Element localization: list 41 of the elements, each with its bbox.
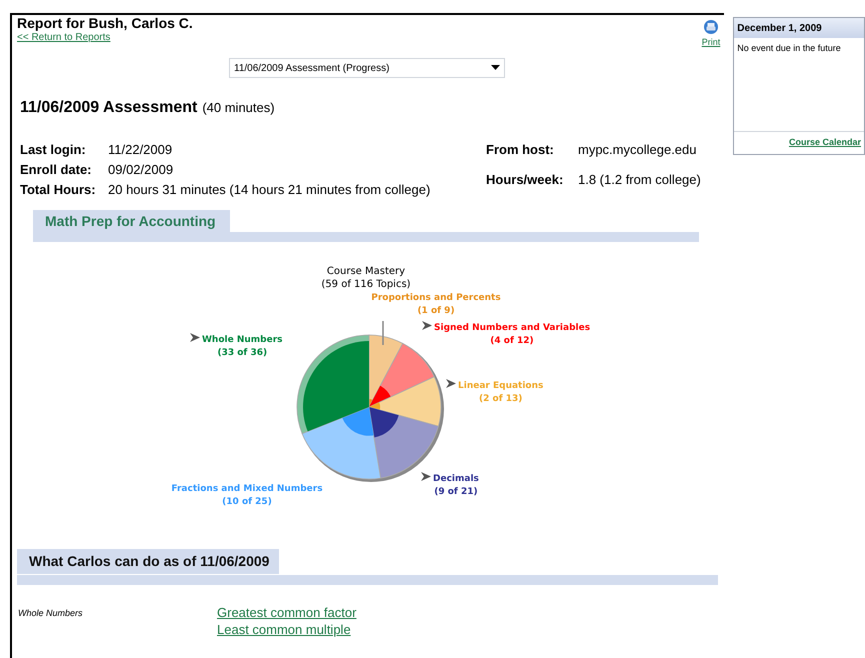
topic-score: (9 of 21) <box>434 487 478 497</box>
info-label: Enroll date: <box>20 161 93 178</box>
assessment-title: 11/06/2009 Assessment <box>20 98 198 118</box>
info-label: Total Hours: <box>20 181 97 198</box>
section-title: Math Prep for Accounting <box>33 210 230 232</box>
topic-label: Linear Equations <box>458 381 544 391</box>
return-link[interactable]: << Return to Reports <box>17 32 110 44</box>
info-value: 1.8 (1.2 from college) <box>578 171 701 189</box>
calendar-message: No event due in the future <box>734 38 864 132</box>
skill-link[interactable]: Least common multiple <box>217 621 351 638</box>
info-label: Last login: <box>20 141 87 158</box>
print-link[interactable]: Print <box>702 37 720 48</box>
topic-score: (10 of 25) <box>222 497 272 507</box>
assessment-duration: (40 minutes) <box>202 99 275 117</box>
topic-name: Whole Numbers <box>17 607 84 620</box>
topic-score: (4 of 12) <box>490 336 534 346</box>
skill-link[interactable]: Greatest common factor <box>217 604 356 621</box>
caret-icon <box>491 65 500 71</box>
topic-label: Fractions and Mixed Numbers <box>171 484 323 494</box>
calendar-link[interactable]: Course Calendar <box>788 136 861 150</box>
topic-score: (1 of 9) <box>417 306 455 316</box>
topic-label: Signed Numbers and Variables <box>434 323 590 333</box>
topic-score: (33 of 36) <box>217 348 268 358</box>
topic-label: Proportions and Percents <box>371 293 501 303</box>
info-value: 09/02/2009 <box>108 161 174 178</box>
section-title: What Carlos can do as of 11/06/2009 <box>17 549 279 574</box>
leader-line <box>382 321 384 345</box>
chart-subtitle: (59 of 116 Topics) <box>321 279 411 290</box>
info-value: 11/22/2009 <box>108 141 174 158</box>
info-value: 20 hours 31 minutes (14 hours 21 minutes from college) <box>108 181 432 198</box>
topic-label: Whole Numbers <box>202 335 282 345</box>
assessment-dropdown[interactable]: 11/06/2009 Assessment (Progress) <box>229 58 505 78</box>
calendar-date: December 1, 2009 <box>734 18 864 38</box>
chart-title: Course Mastery <box>326 266 406 277</box>
printer-icon[interactable] <box>704 20 718 34</box>
report-title: Report for Bush, Carlos C. <box>17 15 193 32</box>
info-label: Hours/week: <box>486 171 564 189</box>
topic-score: (2 of 13) <box>479 394 522 404</box>
topic-label: Decimals <box>433 474 479 484</box>
info-value: mypc.mycollege.edu <box>578 141 698 159</box>
info-label: From host: <box>486 141 555 159</box>
